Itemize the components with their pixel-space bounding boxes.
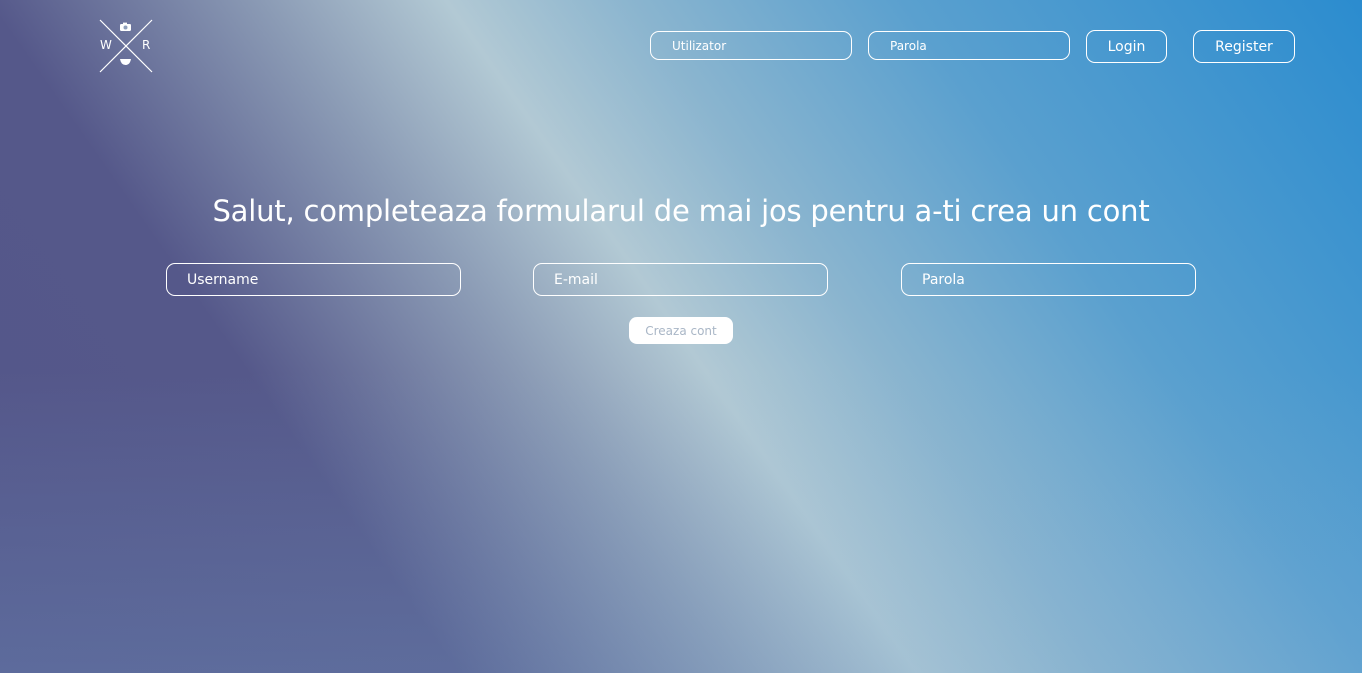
login-button[interactable]: Login — [1086, 30, 1167, 63]
site-logo[interactable]: W R — [98, 18, 154, 74]
create-account-button[interactable]: Creaza cont — [629, 317, 733, 344]
register-password-input[interactable] — [901, 263, 1196, 296]
register-email-input[interactable] — [533, 263, 828, 296]
register-button[interactable]: Register — [1193, 30, 1295, 63]
logo-letter-w: W — [100, 38, 112, 52]
cup-icon — [120, 59, 131, 65]
register-username-input[interactable] — [166, 263, 461, 296]
header-password-input[interactable] — [868, 31, 1070, 60]
header-username-input[interactable] — [650, 31, 852, 60]
logo-letter-r: R — [142, 38, 151, 52]
camera-icon — [120, 22, 131, 31]
page-title: Salut, completeaza formularul de mai jos… — [212, 194, 1150, 228]
